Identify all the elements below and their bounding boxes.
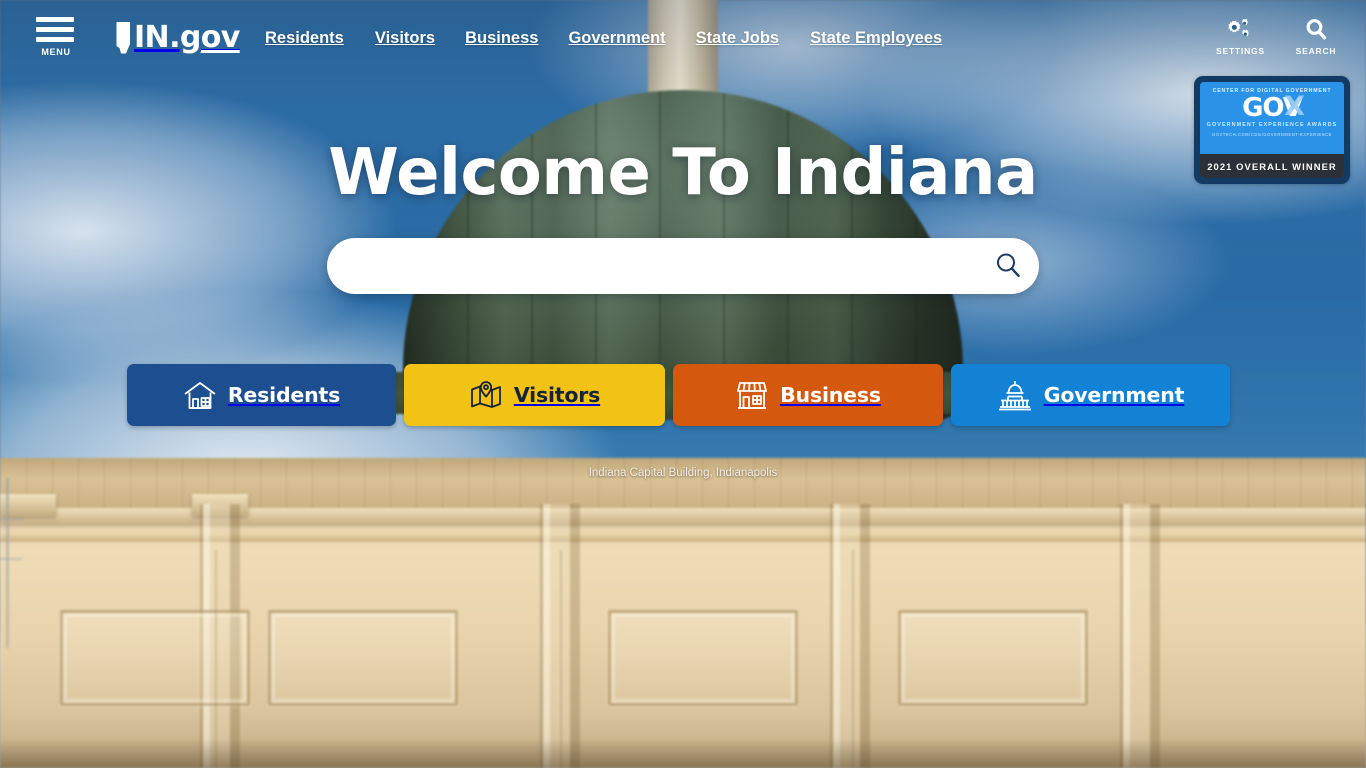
award-winner-banner: 2021 OVERALL WINNER	[1200, 154, 1344, 178]
menu-button-label: MENU	[41, 47, 71, 57]
category-label-visitors: Visitors	[513, 383, 601, 407]
page-title: Welcome To Indiana	[328, 136, 1038, 210]
search-toggle-button[interactable]: SEARCH	[1294, 18, 1338, 56]
header-tools: SETTINGS SEARCH	[1216, 18, 1338, 56]
capitol-dome-icon	[997, 379, 1033, 411]
logo-dot: .	[169, 20, 180, 55]
settings-label: SETTINGS	[1216, 46, 1265, 56]
nav-item-government[interactable]: Government	[568, 29, 695, 48]
category-label-business: Business	[780, 383, 881, 407]
nav-item-state-jobs[interactable]: State Jobs	[696, 29, 810, 48]
search-icon	[1294, 18, 1338, 42]
award-url: GOVTECH.COM/CDG/GOVERNMENT-EXPERIENCE	[1212, 132, 1332, 137]
hamburger-menu-icon	[36, 27, 74, 32]
hamburger-menu-icon	[36, 37, 74, 42]
category-label-government: Government	[1043, 383, 1185, 407]
site-logo-text: IN.gov	[134, 23, 240, 53]
site-logo[interactable]: IN.gov	[115, 22, 240, 54]
hero-image-caption: Indiana Capital Building, Indianapolis	[588, 467, 778, 479]
menu-button[interactable]: MENU	[36, 17, 76, 57]
indiana-state-shape-icon	[116, 22, 130, 54]
logo-in: IN	[134, 20, 170, 55]
logo-gov: gov	[179, 20, 240, 55]
main-navigation: Residents Visitors Business Government S…	[265, 29, 970, 48]
hamburger-menu-icon	[36, 17, 74, 22]
nav-item-state-employees[interactable]: State Employees	[810, 29, 970, 48]
award-badge[interactable]: CENTER FOR DIGITAL GOVERNMENT GOV X GOVE…	[1194, 76, 1350, 184]
award-wordmark-x: X	[1284, 91, 1305, 122]
search-icon	[994, 251, 1022, 282]
search-input[interactable]	[327, 238, 977, 294]
site-search-form	[327, 238, 1039, 294]
category-buttons: Residents Visitors Business Government	[127, 364, 1238, 426]
award-wordmark: GOV X	[1242, 91, 1305, 122]
category-label-residents: Residents	[227, 383, 341, 407]
nav-item-residents[interactable]: Residents	[265, 29, 375, 48]
house-icon	[183, 379, 217, 411]
storefront-icon	[735, 379, 769, 411]
gears-icon	[1216, 18, 1260, 42]
category-button-visitors[interactable]: Visitors	[404, 364, 665, 426]
search-label: SEARCH	[1295, 46, 1337, 56]
hero-section: Welcome To Indiana Residents Visitors Bu…	[0, 0, 1366, 768]
award-badge-body: CENTER FOR DIGITAL GOVERNMENT GOV X GOVE…	[1200, 82, 1344, 154]
category-button-residents[interactable]: Residents	[127, 364, 396, 426]
nav-item-business[interactable]: Business	[465, 29, 568, 48]
category-button-business[interactable]: Business	[673, 364, 943, 426]
award-badge-inner: CENTER FOR DIGITAL GOVERNMENT GOV X GOVE…	[1200, 82, 1344, 178]
site-header: MENU IN.gov Residents Visitors Business …	[0, 0, 1366, 80]
map-pin-icon	[469, 379, 503, 411]
category-button-government[interactable]: Government	[951, 364, 1230, 426]
settings-button[interactable]: SETTINGS	[1216, 18, 1265, 56]
nav-item-visitors[interactable]: Visitors	[375, 29, 465, 48]
search-submit-button[interactable]	[977, 238, 1039, 294]
